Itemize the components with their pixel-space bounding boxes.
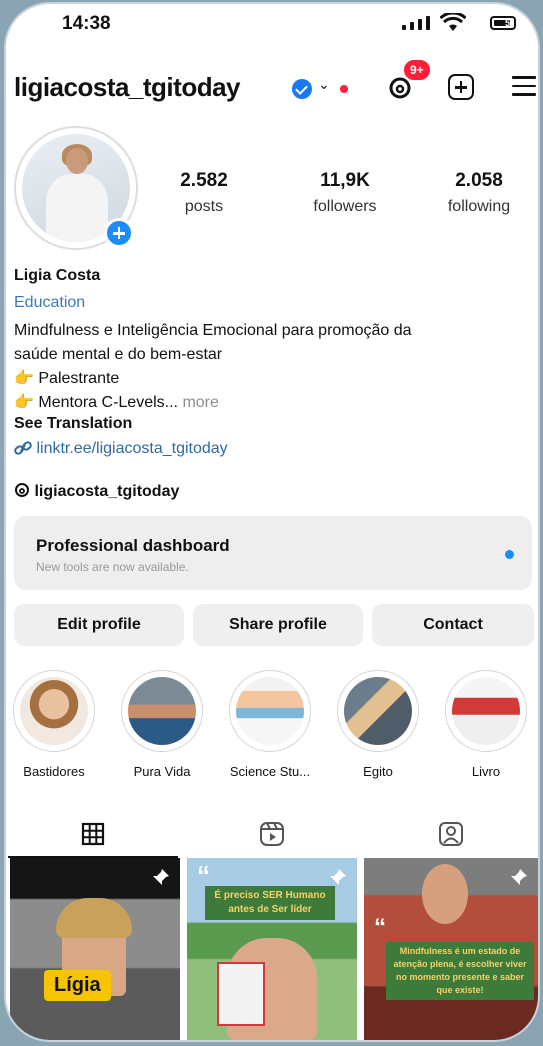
post-tile[interactable]: “ Mindfulness é um estado de atenção ple… [364, 858, 538, 1040]
tab-tagged[interactable] [366, 812, 536, 856]
grid-icon [81, 822, 105, 846]
bio-line: Mindfulness e Inteligência Emocional par… [14, 322, 412, 339]
profile-bio: Mindfulness e Inteligência Emocional par… [14, 319, 529, 415]
reels-icon [260, 822, 284, 846]
bio-bullet-text: Palestrante [38, 370, 120, 387]
battery-level: 5 [504, 18, 510, 28]
notifications-badge: 9+ [402, 58, 432, 82]
wifi-icon [440, 13, 466, 31]
threads-profile-link[interactable]: ligiacosta_tgitoday [14, 482, 529, 501]
username-switcher[interactable]: ligiacosta_tgitoday [14, 72, 241, 103]
tab-posts-grid[interactable] [8, 812, 178, 858]
bio-line: saúde mental e do bem-estar [14, 346, 223, 363]
pin-icon [153, 869, 169, 885]
chevron-down-icon[interactable]: ⌄ [318, 76, 330, 93]
posts-label: posts [184, 198, 224, 215]
profile-name: Ligia Costa [14, 267, 101, 284]
profile-link[interactable]: linktr.ee/ligiacosta_tgitoday [14, 440, 529, 458]
threads-handle-text: ligiacosta_tgitoday [34, 483, 180, 500]
highlight-label: Livro [471, 764, 501, 779]
contact-button[interactable]: Contact [372, 604, 534, 646]
pointing-hand-icon: 👉 [14, 370, 34, 387]
profile-link-text: linktr.ee/ligiacosta_tgitoday [36, 440, 228, 457]
pin-icon [511, 869, 527, 885]
pin-icon [330, 869, 346, 885]
post-tile[interactable]: “ É preciso SER Humano antes de Ser líde… [187, 858, 357, 1040]
highlight-science-stu[interactable]: Science Stu... [228, 670, 312, 779]
create-post-icon[interactable] [448, 74, 474, 100]
profile-tabs [6, 812, 538, 858]
highlight-livro[interactable]: Livro [444, 670, 528, 779]
posts-grid: Lígia “ É preciso SER Humano antes de Se… [10, 858, 538, 1040]
phone-screen: 14:38 5 ligiacosta_tgitoday ⌄ 9+ 2.582 p… [6, 4, 538, 1040]
highlight-label: Egito [363, 764, 393, 779]
dashboard-subtitle: New tools are now available. [36, 560, 189, 574]
followers-count: 11,9K [320, 170, 370, 191]
following-label: following [447, 198, 511, 215]
add-story-icon[interactable] [104, 218, 134, 248]
signal-icon [402, 16, 430, 30]
tagged-person-icon [439, 822, 463, 846]
dashboard-new-dot [505, 550, 514, 559]
threads-logo-icon [15, 483, 29, 497]
battery-icon: 5 [490, 16, 516, 30]
link-icon [14, 441, 32, 455]
see-translation-link[interactable]: See Translation [14, 415, 529, 433]
highlight-label: Science Stu... [229, 764, 311, 779]
following-count: 2.058 [455, 170, 503, 191]
post-caption-lígia: Lígia [44, 970, 111, 1001]
stat-following[interactable]: 2.058 following [424, 170, 534, 216]
highlight-bastidores[interactable]: Bastidores [12, 670, 96, 779]
highlight-pura-vida[interactable]: Pura Vida [120, 670, 204, 779]
bio-bullet: 👉 Mentora C-Levels... more [14, 391, 529, 415]
status-bar: 14:38 5 [6, 4, 538, 40]
posts-count: 2.582 [180, 170, 228, 191]
highlight-label: Bastidores [23, 764, 85, 779]
verified-badge-icon [292, 79, 312, 99]
tab-reels[interactable] [187, 812, 357, 856]
stat-posts[interactable]: 2.582 posts [149, 170, 259, 216]
highlight-egito[interactable]: Egito [336, 670, 420, 779]
status-time: 14:38 [62, 13, 111, 34]
profile-category: Education [14, 294, 86, 311]
hamburger-menu-icon[interactable] [512, 76, 536, 98]
post-tile[interactable]: Lígia [10, 858, 180, 1040]
professional-dashboard[interactable]: Professional dashboard New tools are now… [14, 516, 532, 590]
post-caption-mindfulness: Mindfulness é um estado de atenção plena… [386, 942, 534, 1000]
profile-header: ligiacosta_tgitoday ⌄ 9+ [6, 58, 538, 112]
bio-bullet-text: Mentora C-Levels... [38, 394, 178, 411]
share-profile-button[interactable]: Share profile [193, 604, 363, 646]
bio-bullet: 👉 Palestrante [14, 367, 529, 391]
quote-icon: “ [374, 914, 386, 941]
followers-label: followers [313, 198, 377, 215]
stat-followers[interactable]: 11,9K followers [290, 170, 400, 216]
dashboard-title: Professional dashboard [36, 536, 230, 555]
highlight-label: Pura Vida [133, 764, 191, 779]
new-activity-dot [340, 85, 348, 93]
post-caption-ser-humano: É preciso SER Humano antes de Ser líder [205, 886, 335, 920]
edit-profile-button[interactable]: Edit profile [14, 604, 184, 646]
pointing-hand-icon: 👉 [14, 394, 34, 411]
bio-more-link[interactable]: more [182, 394, 218, 411]
